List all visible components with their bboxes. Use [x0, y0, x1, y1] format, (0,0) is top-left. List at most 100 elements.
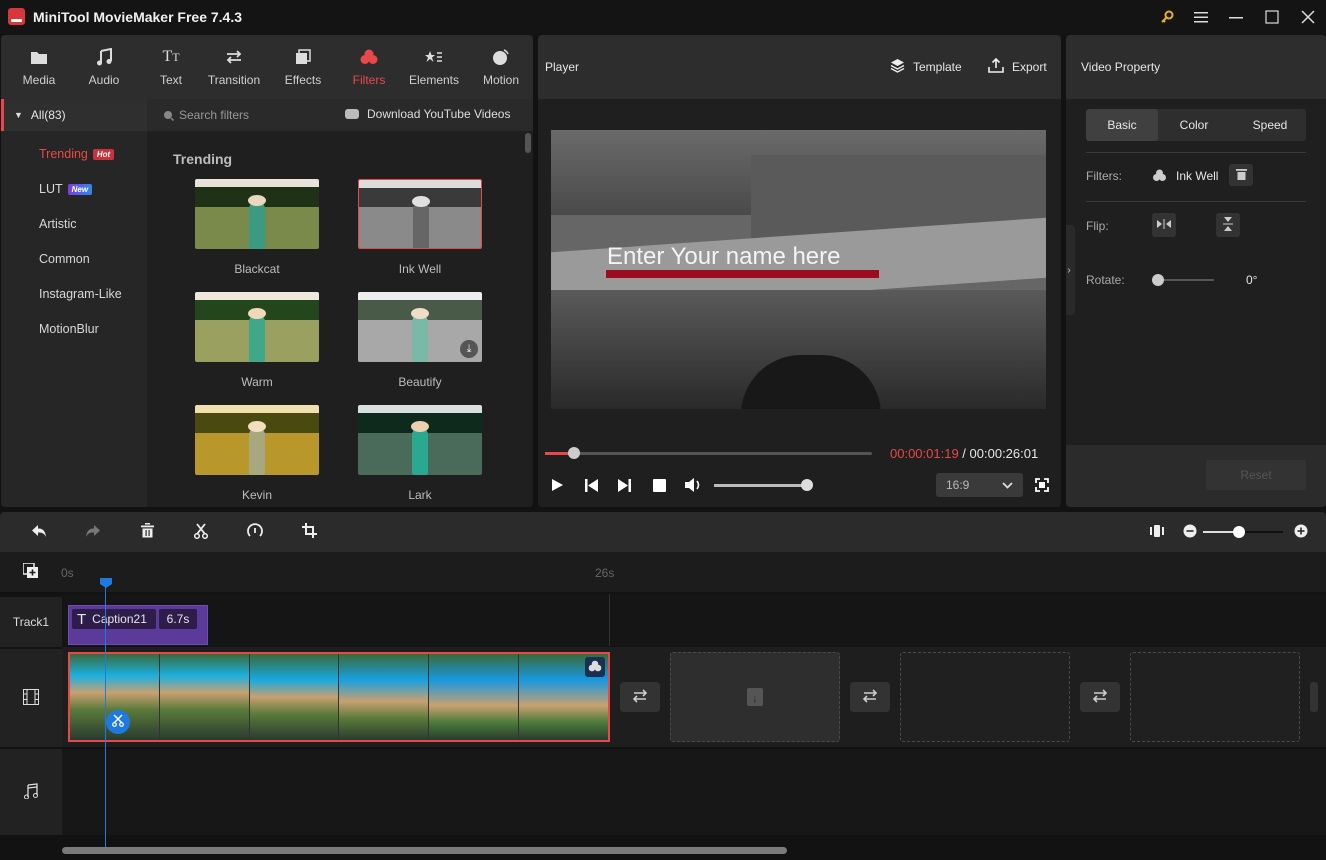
category-label: LUT	[39, 182, 63, 196]
undo-button[interactable]	[28, 521, 50, 543]
delete-filter-button[interactable]	[1229, 164, 1253, 186]
filter-thumb-kevin[interactable]	[195, 405, 319, 475]
tab-media[interactable]: Media	[9, 35, 69, 99]
minus-circle-icon	[1183, 524, 1197, 541]
app-logo-icon	[8, 8, 25, 25]
caret-down-icon: ▼	[14, 110, 23, 120]
video-clip[interactable]	[68, 652, 610, 742]
film-icon	[23, 688, 39, 708]
category-common[interactable]: Common	[39, 252, 90, 266]
motion-icon	[492, 47, 510, 67]
category-artistic[interactable]: Artistic	[39, 217, 77, 231]
app-title: MiniTool MovieMaker Free 7.4.3	[33, 9, 243, 25]
flip-horizontal-icon	[1157, 218, 1171, 232]
category-label: MotionBlur	[39, 322, 99, 336]
rotate-value: 0°	[1246, 273, 1258, 287]
template-button[interactable]: Template	[890, 58, 962, 76]
transition-slot-button[interactable]	[1080, 682, 1120, 712]
fit-icon	[1150, 524, 1164, 541]
text-t-icon: T	[77, 610, 87, 628]
aspect-ratio-dropdown[interactable]: 16:9	[936, 473, 1023, 497]
empty-clip-slot[interactable]	[1130, 652, 1300, 742]
progress-handle[interactable]	[568, 447, 580, 459]
chevron-down-icon	[1002, 478, 1013, 492]
tab-transition[interactable]: Transition	[201, 35, 267, 99]
clip-frame	[159, 654, 250, 740]
close-icon[interactable]	[1296, 6, 1320, 28]
video-property-panel: Video Property Basic Color Speed Filters…	[1066, 35, 1326, 507]
filter-thumb-blackcat[interactable]	[195, 179, 319, 249]
tab-motion[interactable]: Motion	[471, 35, 531, 99]
crop-icon	[301, 523, 317, 541]
category-motionblur[interactable]: MotionBlur	[39, 322, 99, 336]
category-all[interactable]: ▼ All(83)	[1, 99, 147, 131]
progress-track[interactable]	[545, 447, 872, 459]
delete-button[interactable]	[136, 521, 158, 543]
volume-handle[interactable]	[801, 479, 813, 491]
grid-scrollbar[interactable]	[525, 133, 531, 153]
download-icon[interactable]: ⤓	[460, 340, 478, 358]
menu-icon[interactable]	[1189, 6, 1213, 28]
activate-key-icon[interactable]	[1155, 6, 1179, 28]
fit-timeline-button[interactable]	[1146, 521, 1168, 543]
stop-button[interactable]	[648, 474, 670, 496]
reset-button[interactable]: Reset	[1206, 460, 1306, 490]
empty-clip-slot[interactable]: ↓	[670, 652, 840, 742]
category-lut[interactable]: LUT New	[39, 182, 93, 196]
caption-text[interactable]: Enter Your name here	[607, 243, 841, 271]
search-input[interactable]: Search filters	[179, 108, 249, 122]
category-trending[interactable]: Trending Hot	[39, 147, 115, 161]
flip-vertical-button[interactable]	[1216, 213, 1240, 237]
zoom-in-button[interactable]	[1290, 521, 1312, 543]
zoom-handle[interactable]	[1233, 526, 1245, 538]
layers-icon	[890, 58, 905, 76]
add-track-button[interactable]	[20, 561, 42, 583]
redo-button[interactable]	[82, 521, 104, 543]
rotate-handle[interactable]	[1152, 274, 1164, 286]
split-at-playhead-button[interactable]	[106, 710, 130, 734]
next-frame-button[interactable]	[613, 474, 635, 496]
split-button[interactable]	[190, 521, 212, 543]
timeline-zoom-slider[interactable]	[1203, 526, 1283, 538]
minimize-icon[interactable]	[1224, 6, 1248, 28]
volume-slider[interactable]	[714, 479, 813, 491]
tab-audio[interactable]: Audio	[74, 35, 134, 99]
crop-button[interactable]	[298, 521, 320, 543]
filter-thumb-lark[interactable]	[358, 405, 482, 475]
tab-effects[interactable]: Effects	[273, 35, 333, 99]
time-readout: 00:00:01:19 / 00:00:26:01	[890, 446, 1038, 461]
tab-basic[interactable]: Basic	[1086, 109, 1158, 141]
tab-color[interactable]: Color	[1158, 109, 1230, 141]
tab-speed[interactable]: Speed	[1234, 109, 1306, 141]
collapse-panel-handle[interactable]: ›	[1066, 225, 1075, 315]
tab-elements[interactable]: Elements	[404, 35, 464, 99]
rotate-slider[interactable]	[1152, 274, 1214, 286]
flip-horizontal-button[interactable]	[1152, 213, 1176, 237]
previous-frame-button[interactable]	[580, 474, 602, 496]
category-label: Common	[39, 252, 90, 266]
filter-thumb-ink-well[interactable]	[358, 179, 482, 249]
export-button[interactable]: Export	[988, 57, 1047, 76]
play-button[interactable]	[546, 474, 568, 496]
category-instagram-like[interactable]: Instagram-Like	[39, 287, 122, 301]
download-youtube-button[interactable]: Download YouTube Videos	[345, 107, 510, 121]
video-preview[interactable]: Enter Your name here	[551, 130, 1046, 409]
maximize-icon[interactable]	[1260, 6, 1284, 28]
timeline-horizontal-scrollbar[interactable]	[62, 847, 787, 854]
tab-filters[interactable]: Filters	[339, 35, 399, 99]
filter-search-bar: Search filters Download YouTube Videos	[147, 99, 533, 131]
tab-text[interactable]: TT Text	[141, 35, 201, 99]
zoom-out-button[interactable]	[1179, 521, 1201, 543]
tab-label: Elements	[408, 73, 460, 87]
category-label: Trending	[39, 147, 88, 161]
filter-thumb-warm[interactable]	[195, 292, 319, 362]
transition-slot-button[interactable]	[850, 682, 890, 712]
caption-clip[interactable]: T Caption21 6.7s	[68, 605, 208, 645]
volume-icon[interactable]	[682, 474, 704, 496]
empty-clip-slot[interactable]	[900, 652, 1070, 742]
speed-button[interactable]	[244, 521, 266, 543]
fullscreen-button[interactable]	[1031, 474, 1053, 496]
filter-thumb-beautify[interactable]: ⤓	[358, 292, 482, 362]
video-track-label	[0, 649, 62, 747]
transition-slot-button[interactable]	[620, 682, 660, 712]
